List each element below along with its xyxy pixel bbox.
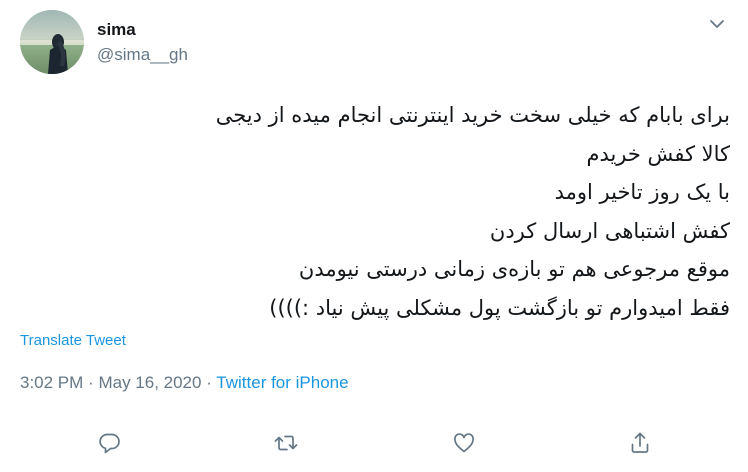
like-button[interactable] bbox=[450, 429, 478, 457]
tweet-time[interactable]: 3:02 PM bbox=[20, 373, 83, 392]
tweet-text-line: موقع مرجوعی هم تو بازه‌ی زمانی درستی نیو… bbox=[298, 257, 730, 281]
translate-tweet-link[interactable]: Translate Tweet bbox=[20, 331, 126, 351]
reply-button[interactable] bbox=[96, 429, 124, 457]
avatar[interactable] bbox=[20, 10, 84, 74]
tweet-text-line: با یک روز تاخیر اومد bbox=[554, 180, 730, 204]
reply-icon bbox=[99, 433, 120, 454]
retweet-button[interactable] bbox=[272, 429, 300, 457]
tweet-text-line: فقط امیدوارم تو بازگشت پول مشکلی پیش نیا… bbox=[269, 295, 730, 320]
retweet-icon bbox=[274, 435, 298, 451]
tweet-menu-button[interactable] bbox=[707, 16, 727, 32]
avatar-image bbox=[20, 10, 84, 74]
tweet-text: برای بابام که خیلی سخت خرید اینترنتی انج… bbox=[10, 96, 730, 327]
share-button[interactable] bbox=[626, 429, 654, 457]
chevron-down-icon bbox=[710, 20, 724, 28]
like-icon bbox=[454, 433, 474, 453]
tweet-metadata: 3:02 PM · May 16, 2020 · Twitter for iPh… bbox=[20, 372, 349, 394]
author-display-name[interactable]: sima bbox=[97, 20, 136, 40]
tweet-source-link[interactable]: Twitter for iPhone bbox=[216, 373, 348, 392]
tweet-date[interactable]: May 16, 2020 bbox=[98, 373, 201, 392]
author-handle[interactable]: @sima__gh bbox=[97, 45, 188, 65]
tweet-text-line: برای بابام که خیلی سخت خرید اینترنتی انج… bbox=[215, 103, 730, 127]
tweet-text-line: کالا کفش خریدم bbox=[586, 141, 730, 166]
share-icon bbox=[631, 432, 649, 453]
tweet-text-line: کفش اشتباهی ارسال کردن bbox=[489, 218, 730, 243]
meta-separator: · bbox=[206, 373, 212, 392]
meta-separator: · bbox=[88, 373, 94, 392]
